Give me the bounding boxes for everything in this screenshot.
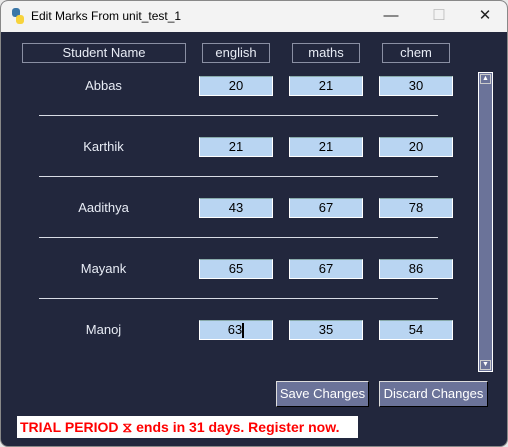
mark-entry[interactable]: 67: [289, 198, 363, 218]
mark-value: 35: [318, 322, 334, 337]
mark-value: 78: [408, 200, 424, 215]
mark-value: 86: [408, 261, 424, 276]
scroll-up-icon[interactable]: ▲: [480, 74, 491, 84]
discard-changes-button[interactable]: Discard Changes: [379, 381, 488, 407]
row-separator: [39, 176, 438, 177]
mark-value: 67: [318, 261, 334, 276]
mark-entry[interactable]: 63: [199, 320, 273, 340]
row-separator: [39, 237, 438, 238]
trial-banner[interactable]: TRIAL PERIOD ⧖ ends in 31 days. Register…: [17, 416, 358, 438]
close-button[interactable]: ✕: [470, 5, 500, 27]
header-chem: chem: [382, 43, 450, 63]
mark-value: 65: [228, 261, 244, 276]
mark-value: 30: [408, 78, 424, 93]
student-name: Mayank: [80, 261, 127, 276]
mark-value: 54: [408, 322, 424, 337]
mark-entry[interactable]: 21: [289, 137, 363, 157]
mark-entry[interactable]: 43: [199, 198, 273, 218]
mark-entry[interactable]: 30: [379, 76, 453, 96]
title-bar: Edit Marks From unit_test_1 — ☐ ✕: [1, 1, 507, 32]
scroll-down-icon[interactable]: ▼: [480, 360, 491, 370]
maximize-button[interactable]: ☐: [424, 5, 454, 27]
mark-entry[interactable]: 86: [379, 259, 453, 279]
mark-value: 67: [318, 200, 334, 215]
mark-value: 20: [408, 139, 424, 154]
python-logo-icon: [12, 8, 24, 24]
mark-entry[interactable]: 54: [379, 320, 453, 340]
header-maths: maths: [292, 43, 360, 63]
mark-value: 21: [318, 78, 334, 93]
mark-entry[interactable]: 21: [199, 137, 273, 157]
student-name: Manoj: [85, 322, 122, 337]
header-student-name: Student Name: [22, 43, 186, 63]
window-title: Edit Marks From unit_test_1: [31, 9, 182, 23]
student-name: Aadithya: [78, 200, 129, 215]
student-name: Karthik: [83, 139, 124, 154]
window: Edit Marks From unit_test_1 — ☐ ✕ Studen…: [0, 0, 508, 447]
header-english: english: [202, 43, 270, 63]
mark-entry[interactable]: 67: [289, 259, 363, 279]
mark-entry[interactable]: 20: [199, 76, 273, 96]
mark-entry[interactable]: 35: [289, 320, 363, 340]
mark-entry[interactable]: 78: [379, 198, 453, 218]
student-name: Abbas: [85, 78, 122, 93]
mark-value: 21: [318, 139, 334, 154]
mark-value: 21: [228, 139, 244, 154]
minimize-button[interactable]: —: [376, 5, 406, 27]
save-changes-button[interactable]: Save Changes: [276, 381, 369, 407]
text-cursor: [242, 323, 245, 339]
row-separator: [39, 298, 438, 299]
mark-value: 63: [227, 322, 243, 337]
mark-entry[interactable]: 65: [199, 259, 273, 279]
mark-value: 43: [228, 200, 244, 215]
mark-entry[interactable]: 21: [289, 76, 363, 96]
row-separator: [39, 115, 438, 116]
mark-value: 20: [228, 78, 244, 93]
scrollbar[interactable]: ▲ ▼: [478, 72, 493, 372]
mark-entry[interactable]: 20: [379, 137, 453, 157]
